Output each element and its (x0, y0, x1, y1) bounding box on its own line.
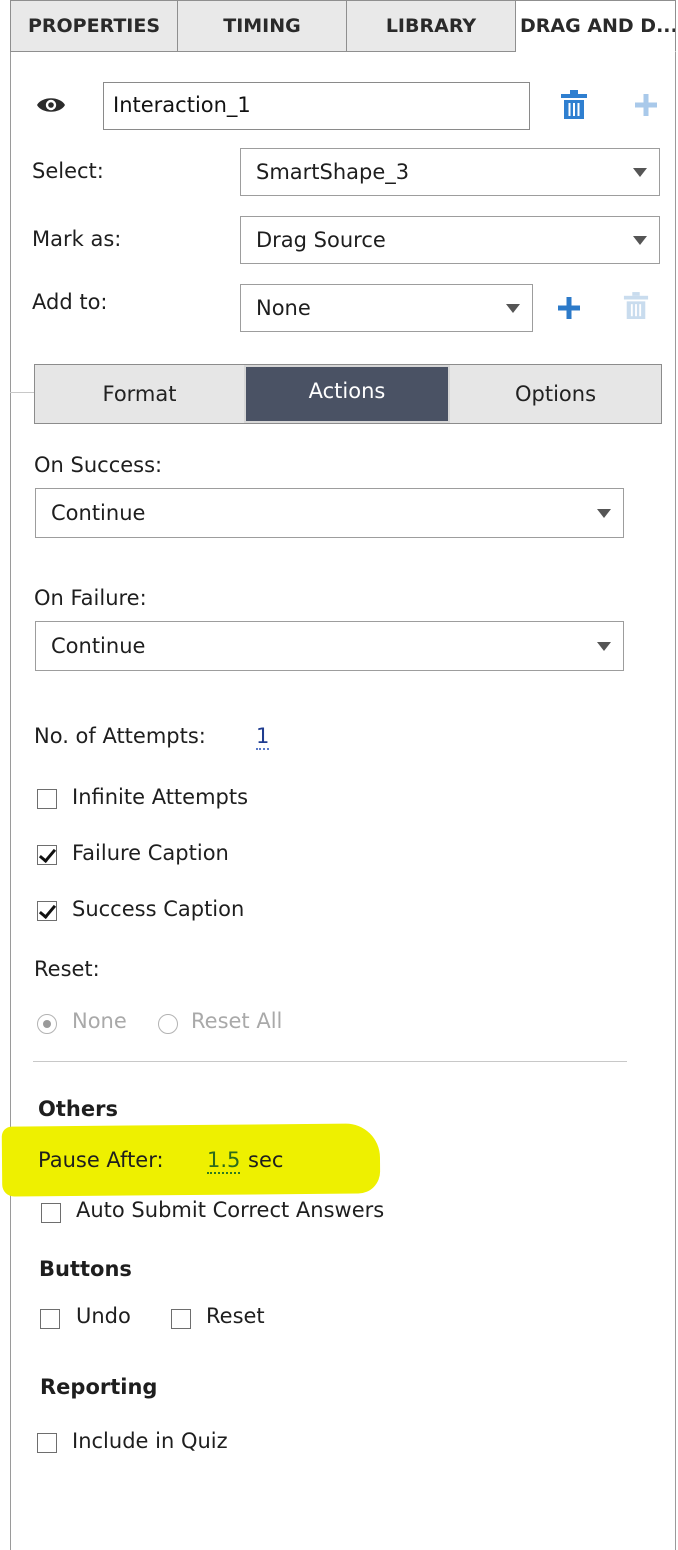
on-failure-value: Continue (51, 634, 146, 658)
chevron-down-icon (633, 168, 647, 177)
auto-submit-checkbox[interactable] (41, 1203, 61, 1223)
on-failure-dropdown[interactable]: Continue (35, 621, 624, 671)
trash-disabled-icon[interactable] (623, 292, 649, 320)
interaction-name-input[interactable]: Interaction_1 (103, 82, 530, 130)
eye-icon[interactable] (36, 94, 66, 116)
include-in-quiz-checkbox[interactable] (37, 1433, 57, 1453)
reset-all-radio[interactable] (158, 1014, 178, 1034)
reset-checkbox[interactable] (171, 1309, 191, 1329)
reset-label: Reset: (34, 957, 100, 981)
include-in-quiz-label: Include in Quiz (72, 1429, 228, 1453)
success-caption-label: Success Caption (72, 897, 245, 921)
add-to-dropdown[interactable]: None (240, 284, 533, 332)
reset-none-label: None (72, 1009, 127, 1033)
success-caption-checkbox[interactable] (37, 901, 57, 921)
on-success-dropdown[interactable]: Continue (35, 488, 624, 538)
mark-as-value: Drag Source (256, 228, 386, 252)
infinite-attempts-label: Infinite Attempts (72, 785, 249, 809)
reporting-heading: Reporting (40, 1375, 158, 1399)
divider (10, 392, 34, 393)
attempts-label: No. of Attempts: (34, 724, 206, 748)
infinite-attempts-checkbox[interactable] (37, 789, 57, 809)
select-value: SmartShape_3 (256, 160, 410, 184)
buttons-heading: Buttons (39, 1257, 132, 1281)
reset-none-radio[interactable] (37, 1014, 57, 1034)
chevron-down-icon (597, 642, 611, 651)
tab-drag-and-drop[interactable]: DRAG AND D... (516, 0, 676, 52)
auto-submit-label: Auto Submit Correct Answers (76, 1198, 385, 1222)
select-label: Select: (32, 159, 104, 183)
chevron-down-icon (506, 304, 520, 313)
on-success-label: On Success: (34, 453, 163, 477)
tab-properties[interactable]: PROPERTIES (10, 0, 178, 52)
segment-actions[interactable]: Actions (244, 365, 450, 423)
tab-timing[interactable]: TIMING (178, 0, 347, 52)
add-to-value: None (256, 296, 311, 320)
undo-label: Undo (76, 1304, 131, 1328)
chevron-down-icon (597, 509, 611, 518)
on-failure-label: On Failure: (34, 586, 147, 610)
reset-button-label: Reset (206, 1304, 265, 1328)
segmented-control: Format Actions Options (34, 364, 662, 424)
chevron-down-icon (633, 236, 647, 245)
mark-as-label: Mark as: (32, 227, 122, 251)
attempts-value[interactable]: 1 (256, 724, 270, 750)
on-success-value: Continue (51, 501, 146, 525)
tab-library[interactable]: LIBRARY (347, 0, 516, 52)
segment-format[interactable]: Format (35, 365, 244, 423)
failure-caption-checkbox[interactable] (37, 845, 57, 865)
add-group-plus-icon[interactable] (557, 296, 581, 320)
add-to-label: Add to: (32, 290, 108, 314)
others-heading: Others (38, 1097, 118, 1121)
undo-checkbox[interactable] (40, 1309, 60, 1329)
pause-after-label: Pause After: (38, 1148, 164, 1172)
select-dropdown[interactable]: SmartShape_3 (240, 148, 660, 196)
panel-tabs: PROPERTIES TIMING LIBRARY DRAG AND D... (10, 0, 676, 52)
add-interaction-plus-icon[interactable] (634, 93, 658, 117)
segment-options[interactable]: Options (450, 365, 661, 423)
divider (33, 1061, 627, 1062)
pause-after-unit: sec (248, 1148, 284, 1172)
pause-after-value[interactable]: 1.5 (207, 1148, 241, 1174)
trash-icon[interactable] (560, 90, 588, 120)
reset-all-label: Reset All (191, 1009, 283, 1033)
failure-caption-label: Failure Caption (72, 841, 229, 865)
mark-as-dropdown[interactable]: Drag Source (240, 216, 660, 264)
